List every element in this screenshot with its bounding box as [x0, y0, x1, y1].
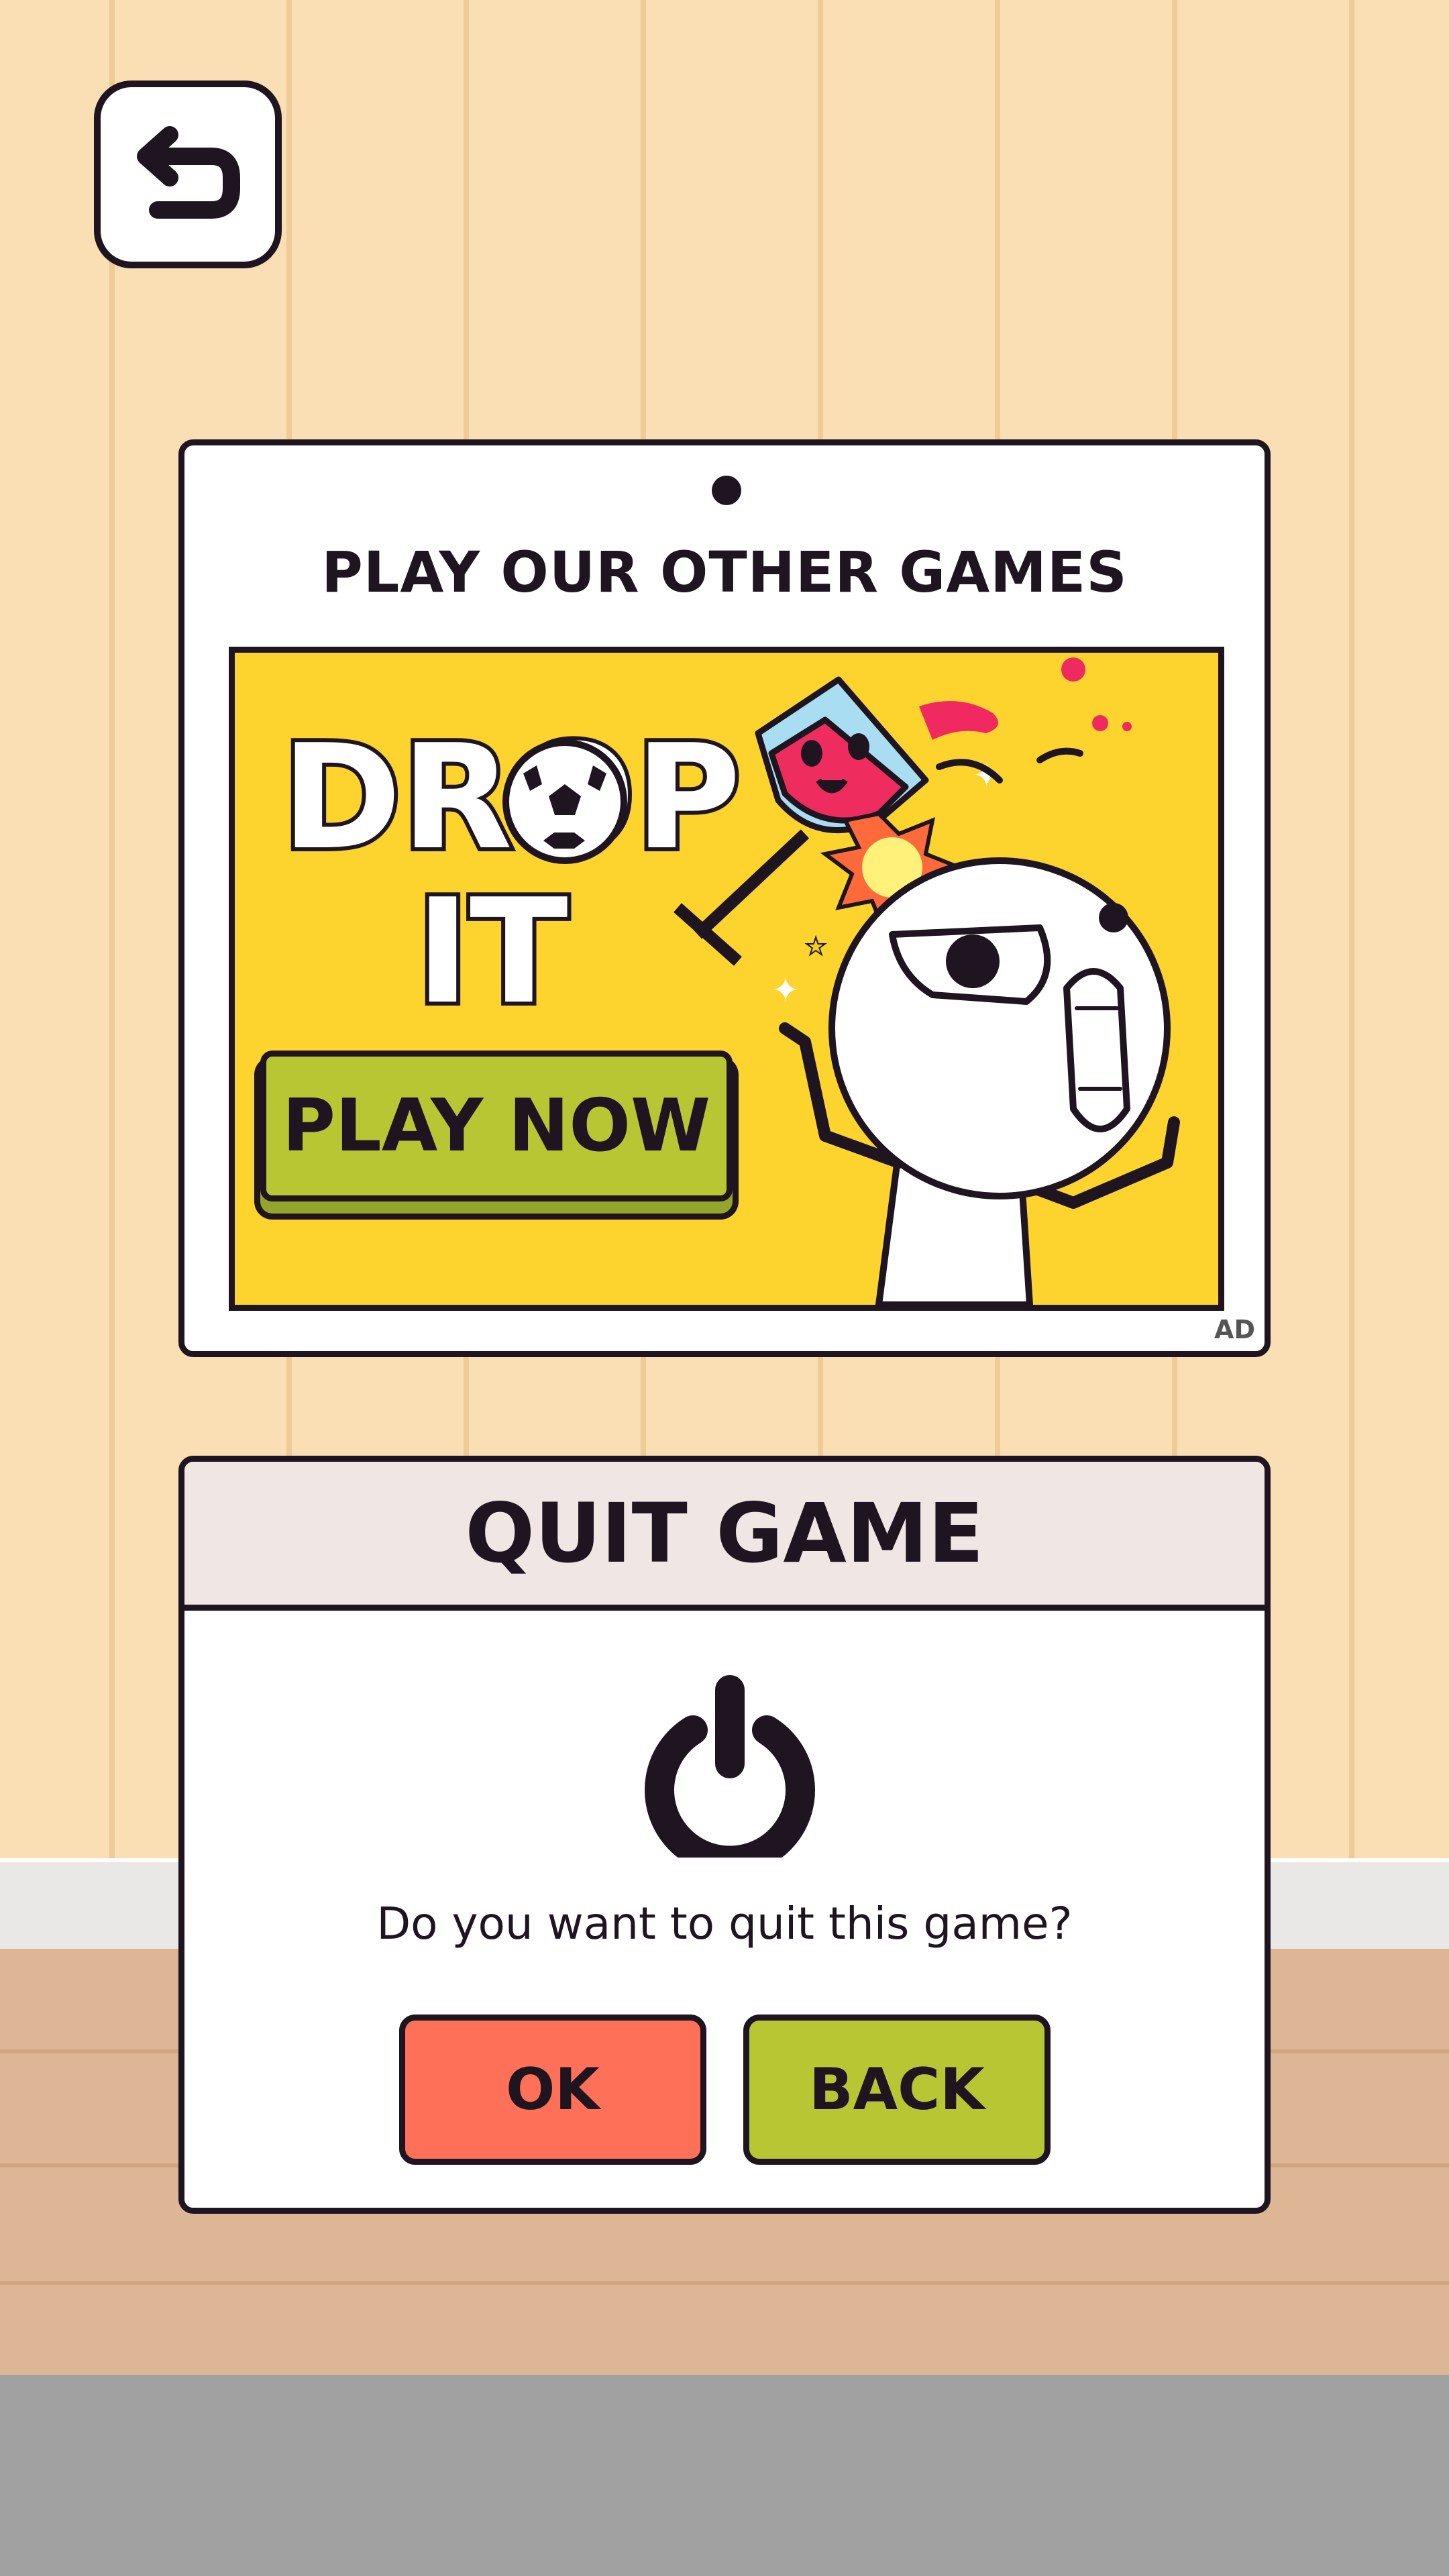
power-icon: [645, 1675, 815, 1858]
floor-plank-line: [0, 2281, 1449, 2285]
play-now-button[interactable]: PLAY NOW: [260, 1051, 733, 1201]
svg-text:✦: ✦: [771, 971, 800, 1010]
ad-banner[interactable]: DROP IT: [229, 647, 1224, 1311]
ad-panel: PLAY OUR OTHER GAMES DROP IT: [178, 439, 1271, 1357]
ok-button[interactable]: OK: [399, 2015, 706, 2165]
svg-text:★: ★: [805, 933, 826, 961]
ad-badge: AD: [1214, 1315, 1255, 1344]
ad-title: PLAY OUR OTHER GAMES: [321, 539, 1128, 605]
soccer-ball-icon: [502, 739, 627, 864]
screaming-man-character: [779, 747, 1180, 1305]
game-title-it: IT: [416, 867, 568, 1036]
back-dialog-button[interactable]: BACK: [743, 2015, 1051, 2165]
quit-dialog: QUIT GAME Do you want to quit this game?…: [178, 1456, 1271, 2214]
dialog-title: QUIT GAME: [184, 1462, 1265, 1611]
dialog-message: Do you want to quit this game?: [376, 1898, 1073, 1949]
juice-splash: [919, 657, 1132, 740]
undo-arrow-icon: [137, 126, 240, 219]
wall-stripe: [109, 0, 115, 1858]
ad-artwork: DROP IT: [278, 657, 1180, 1305]
ground-strip: [0, 2375, 1449, 2576]
ad-pin-dot: [712, 476, 741, 505]
wall-stripe: [1349, 0, 1354, 1858]
back-button[interactable]: [94, 80, 282, 268]
